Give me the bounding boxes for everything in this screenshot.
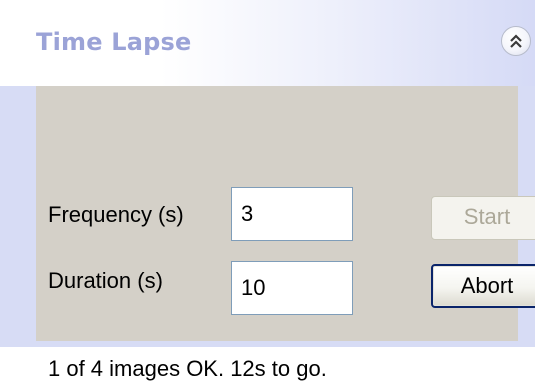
abort-button[interactable]: Abort	[431, 264, 535, 308]
collapse-button[interactable]	[501, 26, 531, 56]
double-chevron-up-icon	[510, 34, 522, 48]
panel-title: Time Lapse	[36, 28, 192, 56]
start-button[interactable]: Start	[431, 196, 535, 240]
duration-label: Duration (s)	[48, 268, 163, 293]
status-text: 1 of 4 images OK. 12s to go.	[48, 356, 327, 381]
panel-header[interactable]: Time Lapse	[0, 0, 535, 86]
panel-content: Frequency (s) Start Duration (s) Abort 1…	[36, 86, 535, 381]
duration-input[interactable]	[231, 261, 353, 315]
frequency-input[interactable]	[231, 187, 353, 241]
frequency-label: Frequency (s)	[48, 202, 184, 227]
time-lapse-panel: Time Lapse Frequency (s) Start Duration …	[0, 0, 535, 381]
